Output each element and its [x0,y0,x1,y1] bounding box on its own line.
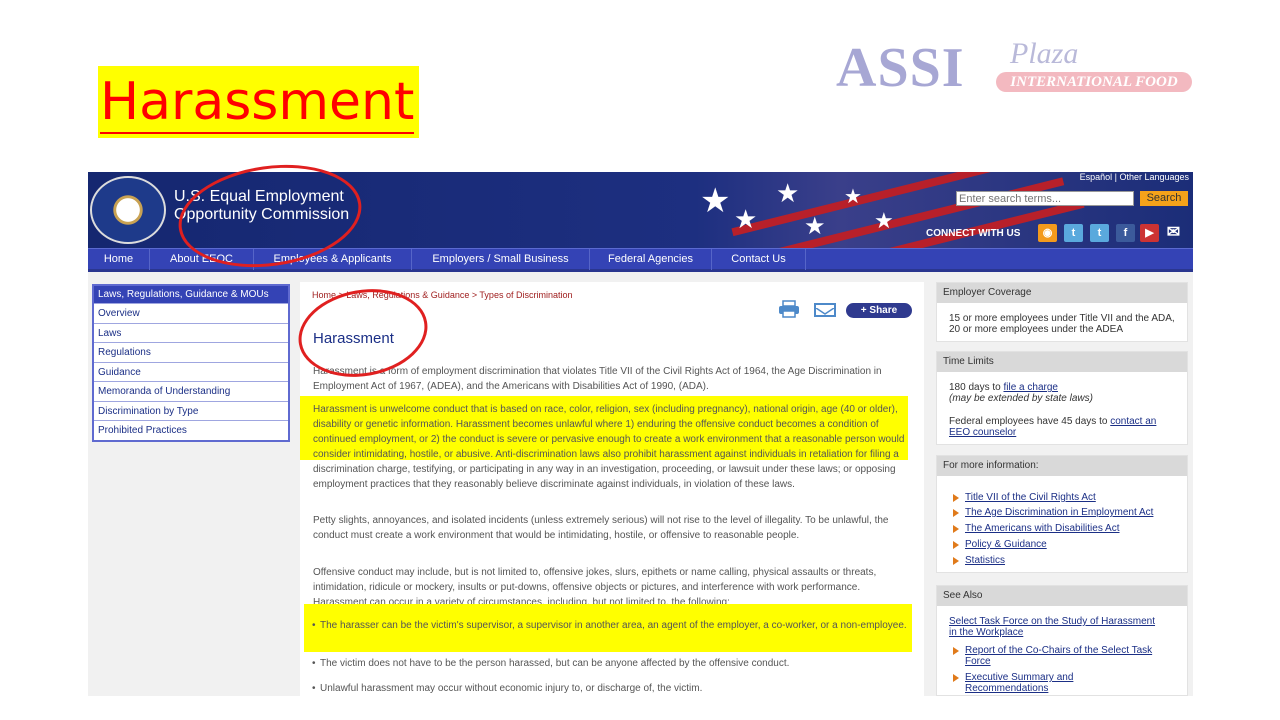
time-limits-line3: Federal employees have 45 days to contac… [949,416,1157,427]
twitter-icon[interactable]: t [1090,224,1109,242]
logo-main-text: ASSI [836,37,965,99]
search-input[interactable] [956,191,1134,206]
link-title-vii[interactable]: Title VII of the Civil Rights Act [953,492,1096,503]
more-info-heading: For more information: [937,456,1187,476]
time-limits-heading: Time Limits [937,352,1187,372]
slide-title-text: Harassment [100,72,415,134]
slide: Harassment ASSI Plaza INTERNATIONAL FOOD… [0,0,1280,720]
nav-federal-agencies[interactable]: Federal Agencies [590,249,712,270]
employer-coverage-text: 15 or more employees under Title VII and… [949,313,1175,335]
employer-coverage-heading: Employer Coverage [937,283,1187,303]
see-also-box: See Also Select Task Force on the Study … [936,585,1188,696]
time-limits-box: Time Limits 180 days to file a charge (m… [936,351,1188,445]
contact-eeo-counselor-link[interactable]: contact an [1110,416,1156,427]
company-logo: ASSI Plaza INTERNATIONAL FOOD [836,37,1196,100]
logo-script-text: Plaza [1010,37,1079,70]
sidebar-item-laws[interactable]: Laws [94,322,288,343]
language-links[interactable]: Español | Other Languages [1080,172,1189,182]
sidebar-item-overview[interactable]: Overview [94,303,288,323]
eeoc-seal-logo[interactable] [90,176,166,244]
print-icon[interactable] [778,300,800,318]
file-a-charge-link[interactable]: file a charge [1003,382,1057,393]
sidebar-item-guidance[interactable]: Guidance [94,361,288,382]
bullet-item: The victim does not have to be the perso… [312,656,912,671]
paragraph-3: Petty slights, annoyances, and isolated … [313,515,889,541]
paragraph-2: Harassment is unwelcome conduct that is … [313,402,913,492]
time-limits-line1: 180 days to file a charge [949,382,1058,393]
search-button[interactable]: Search [1140,191,1188,206]
contact-eeo-counselor-link[interactable]: EEO counselor [949,427,1016,438]
time-limits-line2: (may be extended by state laws) [949,393,1093,404]
link-select-task-force[interactable]: Select Task Force on the Study of Harass… [949,616,1155,638]
nav-home[interactable]: Home [88,249,150,270]
email-icon[interactable]: ✉ [1164,224,1183,242]
see-also-heading: See Also [937,586,1187,606]
sidebar-item-prohibited-practices[interactable]: Prohibited Practices [94,420,288,440]
youtube-icon[interactable]: ▶ [1140,224,1159,242]
paragraph-1: Harassment is a form of employment discr… [313,366,882,392]
share-button[interactable]: + Share [846,303,912,318]
sidebar-item-discrimination-by-type[interactable]: Discrimination by Type [94,400,288,421]
sidebar-item-memoranda[interactable]: Memoranda of Understanding [94,381,288,401]
sidebar-item-regulations[interactable]: Regulations [94,342,288,362]
sidebar-nav: Laws, Regulations, Guidance & MOUs Overv… [92,284,290,442]
link-co-chairs-report[interactable]: Report of the Co-Chairs of the Select Ta… [952,645,1152,667]
nav-contact-us[interactable]: Contact Us [712,249,806,270]
link-adea[interactable]: The Age Discrimination in Employment Act [952,507,1153,518]
twitter-icon[interactable]: t [1064,224,1083,242]
sidebar-heading[interactable]: Laws, Regulations, Guidance & MOUs [94,286,288,303]
logo-band-text: INTERNATIONAL FOOD [996,72,1192,92]
link-executive-summary[interactable]: Executive Summary and Recommendations [952,672,1073,694]
nav-employers-small-business[interactable]: Employers / Small Business [412,249,590,270]
bullet-item: The harasser can be the victim's supervi… [312,618,912,633]
connect-label: CONNECT WITH US [926,228,1021,239]
link-statistics[interactable]: Statistics [952,555,1005,566]
employer-coverage-box: Employer Coverage 15 or more employees u… [936,282,1188,342]
bullet-item: Unlawful harassment may occur without ec… [312,681,912,696]
facebook-icon[interactable]: f [1116,224,1135,242]
more-info-box: For more information: Title VII of the C… [936,455,1188,573]
link-ada[interactable]: The Americans with Disabilities Act [953,523,1120,534]
link-policy-guidance[interactable]: Policy & Guidance [953,539,1047,550]
slide-title: Harassment [98,66,419,138]
rss-icon[interactable]: ◉ [1038,224,1057,242]
mail-icon[interactable] [814,303,836,317]
